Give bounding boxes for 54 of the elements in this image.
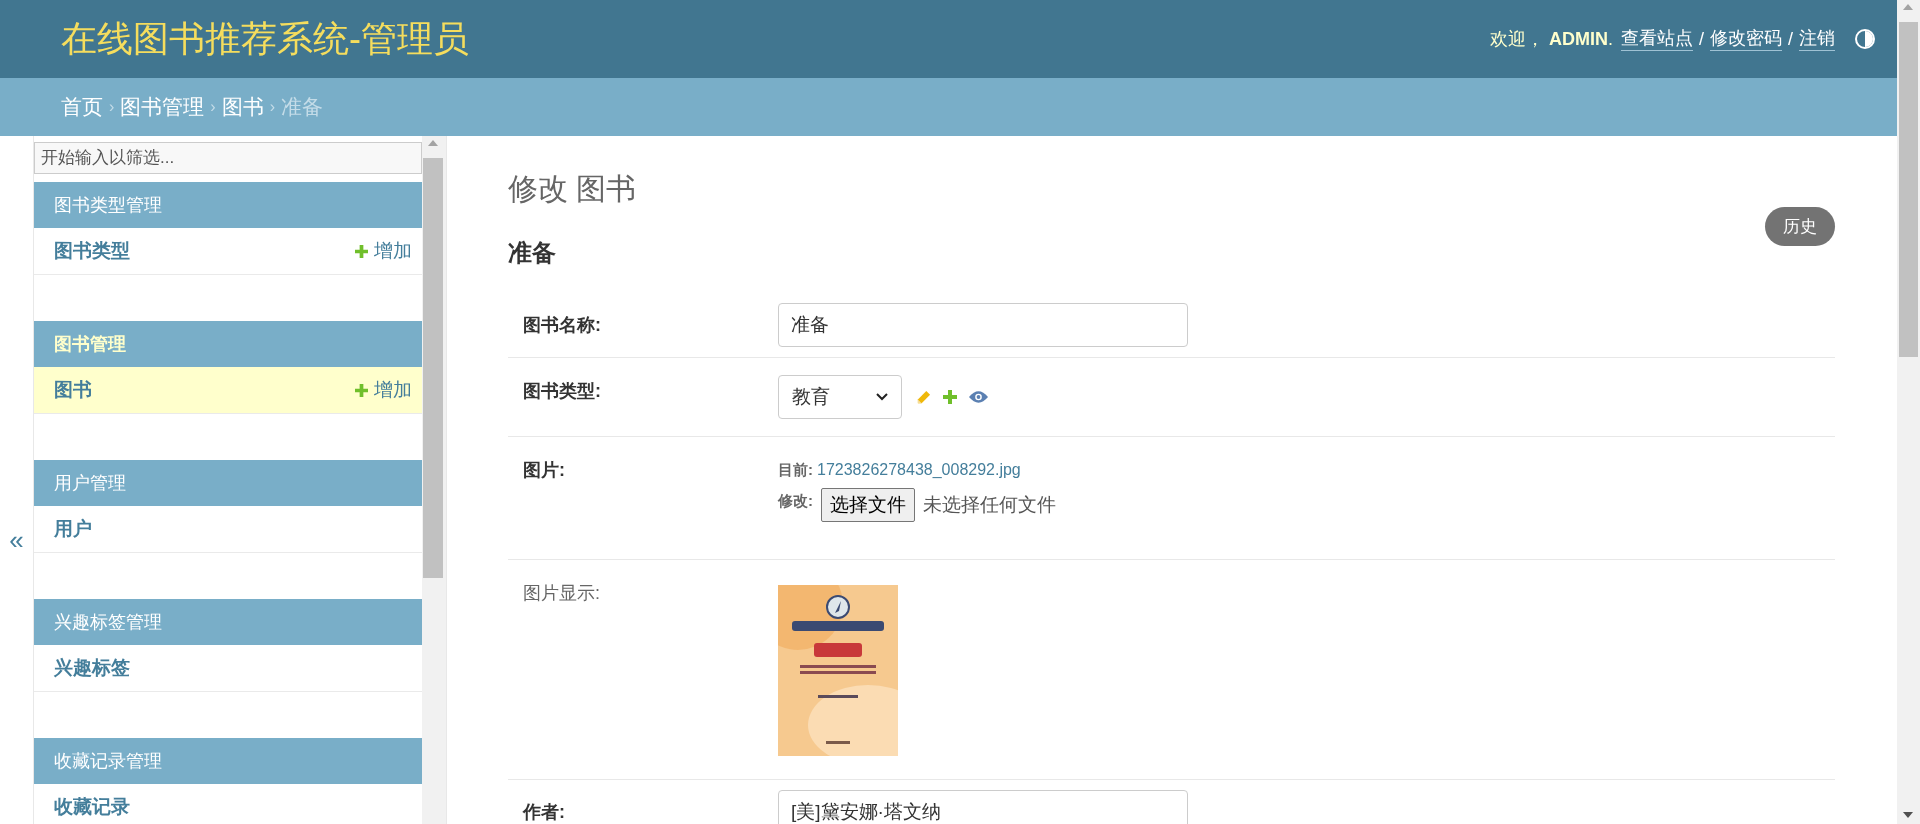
text-field[interactable]: 准备 [778,303,1188,347]
field-label: 图书名称: [522,314,602,337]
breadcrumb-separator: › [109,97,115,117]
choose-file-button[interactable]: 选择文件 [821,488,915,522]
scrollbar[interactable] [422,136,446,824]
site-title: 在线图书推荐系统-管理员 [61,17,469,61]
chevron-icon [876,393,888,401]
object-title: 准备 [508,238,556,268]
section-header: 用户管理 [34,460,423,506]
add-link[interactable]: 增加 [355,236,413,266]
header-link[interactable]: 修改密码 [1710,27,1782,51]
sidebar-link[interactable]: 兴趣标签 [54,653,130,683]
file-status: 未选择任何文件 [923,493,1056,517]
section-header: 收藏记录管理 [34,738,423,784]
breadcrumb-separator: › [210,97,216,117]
sidebar-item[interactable]: 图书 增加 [34,367,423,414]
plus-icon [355,244,369,258]
breadcrumb-link[interactable]: 图书 [221,91,264,123]
breadcrumb-link[interactable]: 首页 [61,91,103,123]
separator: / [1698,27,1704,51]
header-link[interactable]: 查看站点 [1620,27,1693,51]
sidebar-link[interactable]: 用户 [54,514,92,544]
section-header: 图书类型管理 [34,182,423,228]
filter-field[interactable]: 开始输入以筛选... [34,142,422,174]
breadcrumb-separator: › [269,97,275,117]
sidebar-link[interactable]: 图书 [54,375,92,405]
plus-icon [355,383,369,397]
section-header: 图书管理 [34,321,423,367]
section-header: 兴趣标签管理 [34,599,423,645]
current-label: 目前: [778,459,813,480]
field-label: 作者: [521,801,566,824]
field-label: 图书类型: [522,380,602,403]
header-link[interactable]: 注销 [1799,27,1835,51]
sidebar-link[interactable]: 收藏记录 [54,792,130,822]
add-link[interactable]: 增加 [355,375,413,405]
file-link[interactable]: 1723826278438_008292.jpg [817,458,1021,482]
separator: / [1788,27,1793,51]
breadcrumb-link[interactable]: 图书管理 [120,91,205,123]
plus-icon[interactable] [943,390,957,404]
field-label: 图片: [522,459,566,482]
welcome-text: 欢迎， ADMIN. [1489,27,1613,51]
select-field[interactable]: 教育 [778,375,902,419]
history-button[interactable]: 历史 [1765,207,1835,246]
text-field[interactable]: [美]黛安娜·塔文纳 [778,790,1188,824]
field-label: 图片显示: [522,582,601,605]
scrollbar[interactable] [1897,0,1920,824]
change-label: 修改: [778,491,813,511]
page-title: 修改 图书 [508,171,638,207]
eye-icon[interactable] [969,391,988,403]
sidebar-toggle[interactable]: « [9,520,24,560]
breadcrumb-current: 准备 [281,94,323,121]
pencil-icon[interactable] [916,389,931,405]
sidebar-link[interactable]: 图书类型 [54,236,130,266]
theme-toggle-icon[interactable] [1855,29,1875,49]
